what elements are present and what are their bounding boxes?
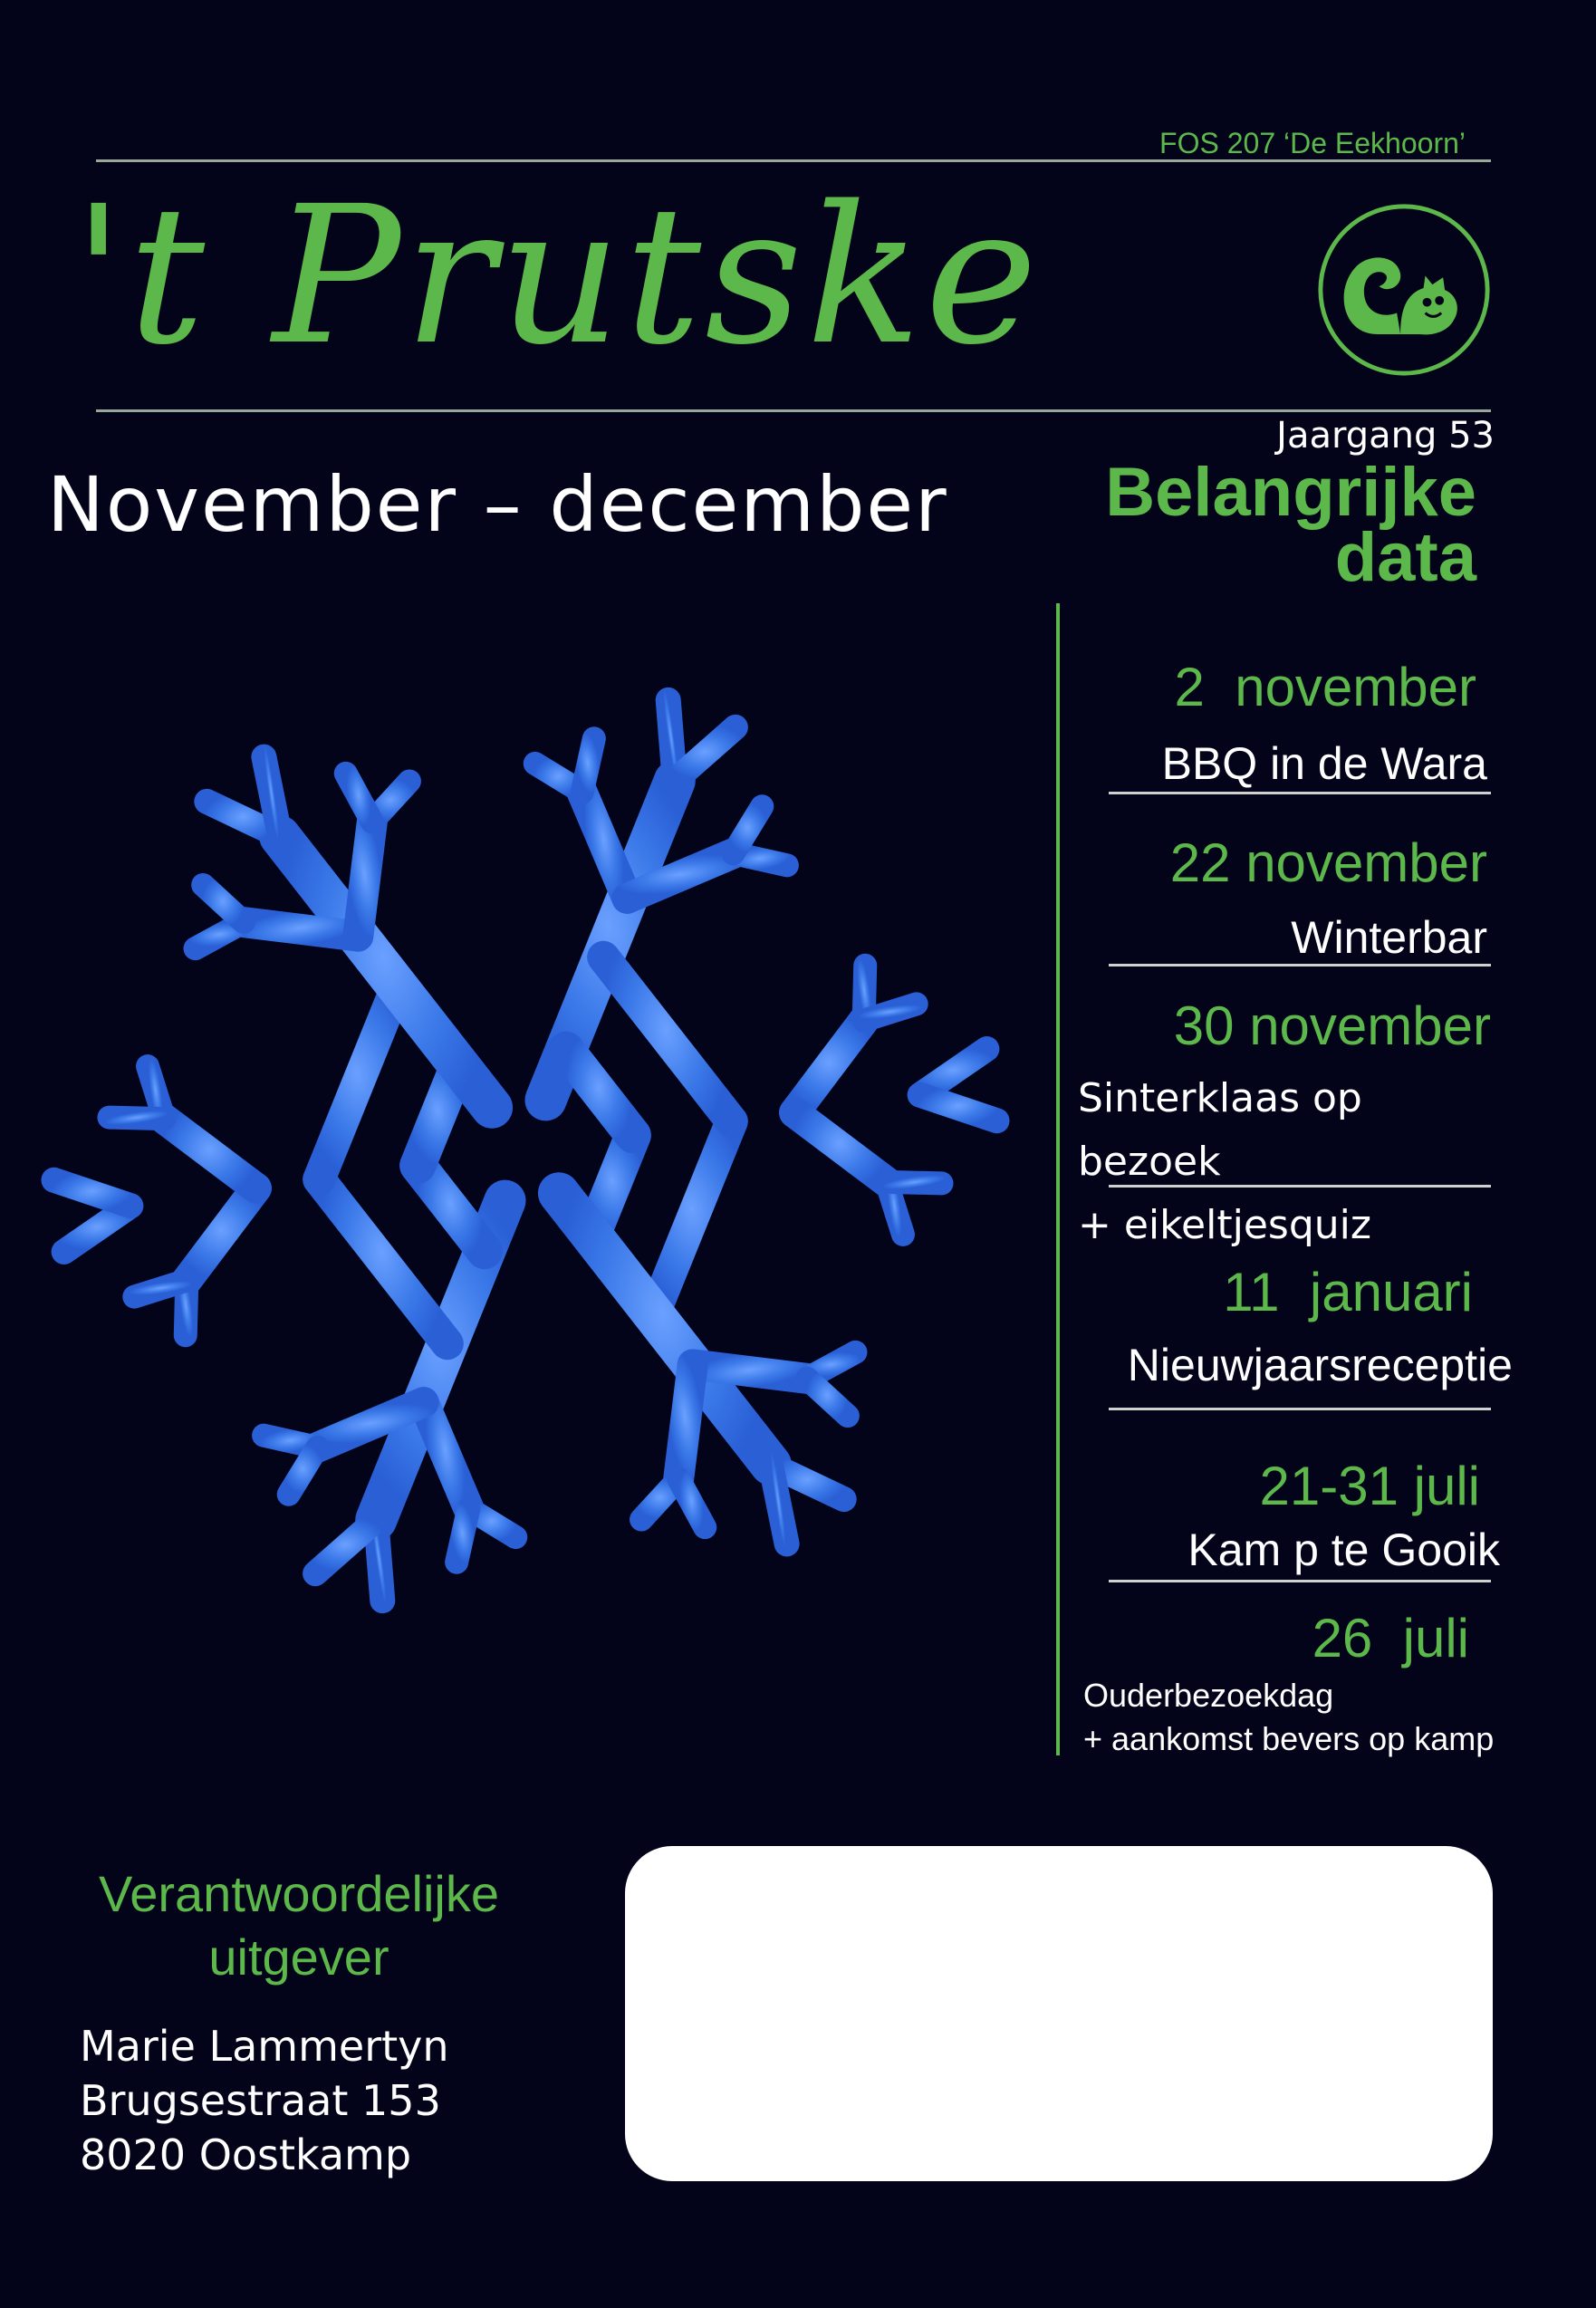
publisher-street: Brugsestraat 153 xyxy=(80,2076,441,2125)
publisher-heading: Verantwoordelijke uitgever xyxy=(54,1862,543,1989)
event-date: 30 november xyxy=(1173,995,1491,1056)
event-name: Kam p te Gooik xyxy=(1187,1524,1500,1575)
event-date: 11 januari xyxy=(1223,1262,1473,1322)
important-dates-heading-line2: data xyxy=(1334,519,1476,596)
squirrel-icon xyxy=(1318,204,1490,376)
event-divider xyxy=(1109,1580,1491,1582)
dates-divider xyxy=(1056,603,1060,1755)
event-date: 2 november xyxy=(1174,657,1476,717)
event-name: Nieuwjaarsreceptie xyxy=(1127,1340,1513,1390)
event-divider xyxy=(1109,1408,1491,1410)
event-divider xyxy=(1109,964,1491,966)
event-name-line2: + aankomst bevers op kamp xyxy=(1083,1720,1495,1757)
event-name: Sinterklaas op bezoek + eikeltjesquiz xyxy=(1078,1067,1513,1257)
event-divider xyxy=(1109,792,1491,794)
header-top-rule xyxy=(96,159,1491,162)
event-name: BBQ in de Wara xyxy=(1161,738,1487,789)
event-date: 21-31 juli xyxy=(1259,1456,1481,1516)
event-name: Winterbar xyxy=(1291,912,1487,963)
address-label-box xyxy=(625,1846,1493,2181)
snowflake-icon xyxy=(41,687,1010,1614)
publisher-name: Marie Lammertyn xyxy=(80,2022,449,2071)
important-dates-heading: Belangrijke data xyxy=(1069,454,1476,596)
publisher-heading-line1: Verantwoordelijke xyxy=(98,1865,500,1922)
issue-period: November – december xyxy=(47,460,948,549)
event-date: 26 juli xyxy=(1312,1608,1469,1668)
event-name-line2: + eikeltjesquiz xyxy=(1078,1202,1371,1248)
event-name-line1: Ouderbezoekdag xyxy=(1083,1677,1334,1714)
event-divider xyxy=(1109,1185,1491,1188)
event-date: 22 november xyxy=(1169,832,1487,893)
volume-number: Jaargang 53 xyxy=(1276,415,1495,457)
event-name-line1: Sinterklaas op bezoek xyxy=(1078,1075,1362,1185)
event-name: Ouderbezoekdag + aankomst bevers op kamp xyxy=(1083,1674,1518,1761)
publisher-city: 8020 Oostkamp xyxy=(80,2130,412,2179)
important-dates-heading-line1: Belangrijke xyxy=(1105,454,1476,531)
magazine-title: 't Prutske xyxy=(72,165,1042,387)
organization-name: FOS 207 ‘De Eekhoorn’ xyxy=(1159,127,1466,159)
header-bottom-rule xyxy=(96,409,1491,412)
publisher-heading-line2: uitgever xyxy=(208,1928,389,1986)
